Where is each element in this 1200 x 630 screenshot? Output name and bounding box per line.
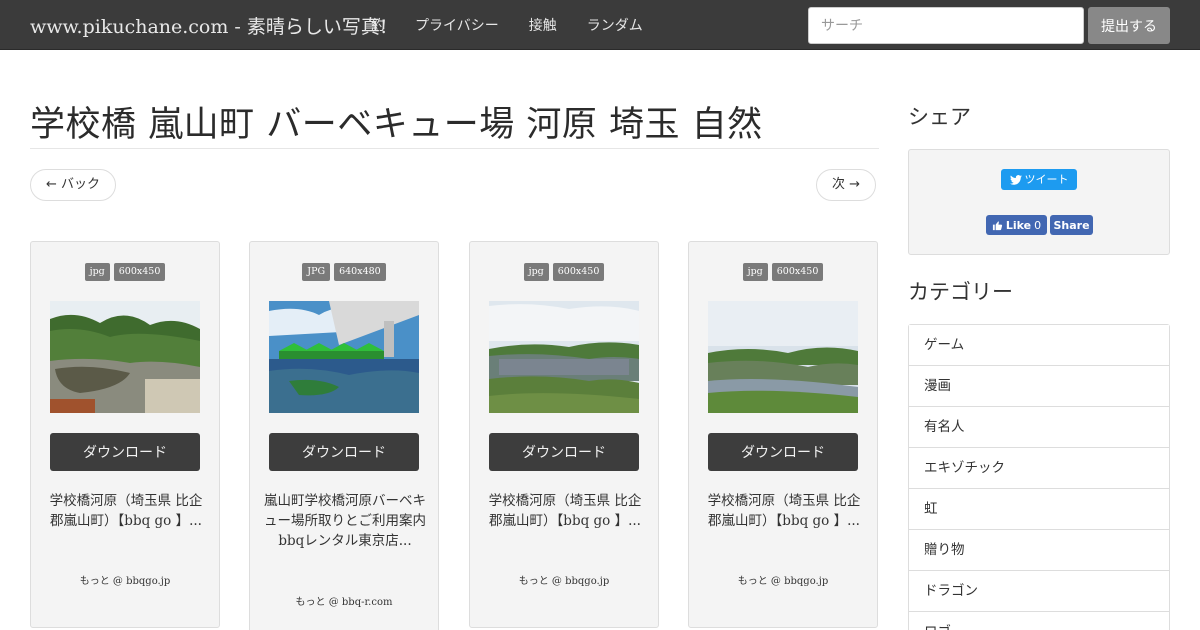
nav-link-privacy[interactable]: プライバシー: [415, 15, 499, 35]
category-item[interactable]: ドラゴン: [909, 571, 1169, 612]
facebook-like-count: 0: [1034, 218, 1042, 232]
image-source[interactable]: もっと @ bbq-r.com: [250, 593, 438, 608]
search-submit-button[interactable]: 提出する: [1088, 7, 1170, 44]
title-divider: [30, 148, 879, 149]
download-button[interactable]: ダウンロード: [269, 433, 419, 471]
search-input[interactable]: [808, 7, 1084, 44]
size-badge: 600x450: [771, 263, 824, 281]
category-item[interactable]: 贈り物: [909, 530, 1169, 571]
navbar: www.pikuchane.com - 素晴らしい写真! 約 プライバシー 接触…: [0, 0, 1200, 50]
image-source[interactable]: もっと @ bbqgo.jp: [470, 572, 658, 587]
category-item[interactable]: 虹: [909, 489, 1169, 530]
format-badge: jpg: [523, 263, 549, 281]
category-item[interactable]: エキゾチック: [909, 448, 1169, 489]
download-button[interactable]: ダウンロード: [708, 433, 858, 471]
image-meta-badges: jpg 600x450: [31, 263, 219, 281]
tweet-button[interactable]: ツイート: [1001, 169, 1077, 190]
category-heading: カテゴリー: [908, 280, 1013, 304]
download-button[interactable]: ダウンロード: [50, 433, 200, 471]
share-box: ツイート Like 0 Share: [908, 149, 1170, 255]
site-brand[interactable]: www.pikuchane.com - 素晴らしい写真!: [30, 12, 388, 39]
image-caption[interactable]: 学校橋河原（埼玉県 比企郡嵐山町）【bbq go 】...: [701, 491, 867, 531]
tweet-label: ツイート: [1024, 173, 1069, 186]
facebook-like-label: Like: [1005, 218, 1032, 232]
image-meta-badges: jpg 600x450: [470, 263, 658, 281]
image-card: jpg 600x450 ダウンロード 学校橋河原（埼玉県 比企郡嵐山町）【bbq…: [688, 241, 878, 628]
category-item[interactable]: ゲーム: [909, 325, 1169, 366]
image-caption[interactable]: 学校橋河原（埼玉県 比企郡嵐山町）【bbq go 】...: [43, 491, 209, 531]
page-title: 学校橋 嵐山町 バーベキュー場 河原 埼玉 自然: [30, 105, 763, 145]
image-thumbnail[interactable]: [489, 301, 639, 413]
thumbs-up-icon: [992, 220, 1002, 230]
nav-link-random[interactable]: ランダム: [587, 15, 643, 35]
size-badge: 600x450: [552, 263, 605, 281]
share-heading: シェア: [908, 105, 971, 129]
size-badge: 600x450: [113, 263, 166, 281]
nav-link-contact[interactable]: 接触: [529, 15, 557, 35]
format-badge: jpg: [84, 263, 110, 281]
category-item[interactable]: ロゴ: [909, 612, 1169, 630]
image-meta-badges: JPG 640x480: [250, 263, 438, 281]
image-thumbnail[interactable]: [708, 301, 858, 413]
next-button[interactable]: 次 →: [816, 169, 877, 201]
format-badge: JPG: [302, 263, 331, 281]
category-item[interactable]: 有名人: [909, 407, 1169, 448]
image-source[interactable]: もっと @ bbqgo.jp: [31, 572, 219, 587]
size-badge: 640x480: [334, 263, 386, 281]
format-badge: jpg: [742, 263, 768, 281]
image-source[interactable]: もっと @ bbqgo.jp: [689, 572, 877, 587]
facebook-like-button[interactable]: Like 0: [986, 215, 1047, 235]
facebook-share-button[interactable]: Share: [1050, 215, 1093, 235]
image-thumbnail[interactable]: [269, 301, 419, 413]
back-button[interactable]: ← バック: [30, 169, 117, 201]
image-card: jpg 600x450 ダウンロード 学校橋河原（埼玉県 比企郡嵐山町）【bbq…: [30, 241, 220, 628]
nav-links: 約 プライバシー 接触 ランダム: [371, 15, 673, 35]
twitter-bird-icon: [1009, 174, 1022, 185]
image-card: jpg 600x450 ダウンロード 学校橋河原（埼玉県 比企郡嵐山町）【bbq…: [469, 241, 659, 628]
image-card: JPG 640x480 ダウンロード 嵐山町学校橋河原バーベキュー場所取りとご利…: [249, 241, 439, 630]
category-item[interactable]: 漫画: [909, 366, 1169, 407]
download-button[interactable]: ダウンロード: [489, 433, 639, 471]
category-list: ゲーム 漫画 有名人 エキゾチック 虹 贈り物 ドラゴン ロゴ: [908, 324, 1170, 630]
image-thumbnail[interactable]: [50, 301, 200, 413]
image-caption[interactable]: 嵐山町学校橋河原バーベキュー場所取りとご利用案内 bbqレンタル東京店...: [262, 491, 428, 551]
nav-link-about[interactable]: 約: [371, 15, 385, 35]
image-meta-badges: jpg 600x450: [689, 263, 877, 281]
image-caption[interactable]: 学校橋河原（埼玉県 比企郡嵐山町）【bbq go 】...: [482, 491, 648, 531]
